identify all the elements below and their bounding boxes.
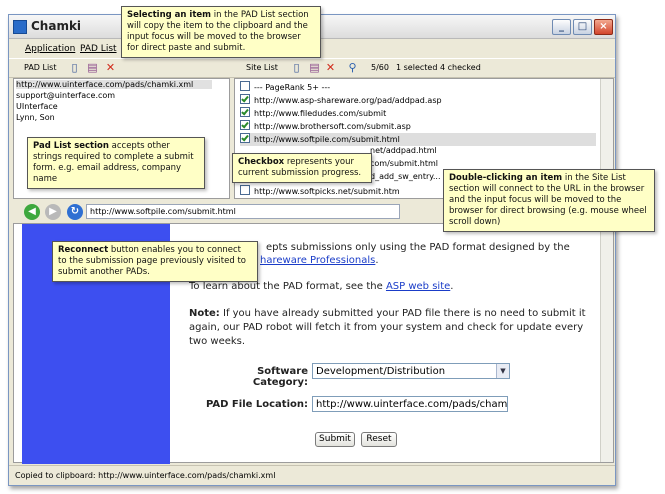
forward-arrow-icon: ▶ bbox=[49, 206, 57, 217]
site-list-row[interactable]: com/submit.html bbox=[370, 159, 438, 172]
pad-list-item[interactable]: http://www.uinterface.com/pads/chamki.xm… bbox=[16, 80, 212, 89]
location-label: PAD File Location: bbox=[206, 399, 308, 410]
site-list-row-selected[interactable]: http://www.softpile.com/submit.html bbox=[240, 133, 596, 146]
status-bar: Copied to clipboard: http://www.uinterfa… bbox=[9, 465, 615, 485]
submit-button[interactable]: Submit bbox=[315, 432, 355, 447]
note-text: two weeks. bbox=[189, 336, 246, 347]
site-list-row[interactable]: net/addpad.html bbox=[370, 146, 437, 159]
reset-button[interactable]: Reset bbox=[361, 432, 397, 447]
site-list-row[interactable]: http://www.asp-shareware.org/pad/addpad.… bbox=[240, 94, 442, 107]
browser-scrollbar[interactable] bbox=[600, 224, 613, 462]
chevron-down-icon[interactable]: ▼ bbox=[496, 364, 509, 378]
site-checkbox[interactable] bbox=[240, 133, 250, 143]
site-checkbox[interactable] bbox=[240, 107, 250, 117]
back-arrow-icon: ◀ bbox=[28, 206, 36, 217]
pad-list-item[interactable]: UInterface bbox=[16, 102, 58, 111]
maximize-button[interactable]: □ bbox=[573, 19, 592, 35]
menu-application[interactable]: Application bbox=[25, 44, 75, 54]
delete-icon[interactable]: ✕ bbox=[104, 61, 117, 74]
reconnect-button[interactable]: ↻ bbox=[67, 204, 83, 220]
group-checkbox[interactable] bbox=[240, 81, 250, 91]
close-button[interactable]: × bbox=[594, 19, 613, 35]
site-checkbox[interactable] bbox=[240, 185, 250, 195]
pad-list-item[interactable]: Lynn, Son bbox=[16, 113, 55, 122]
refresh-icon: ↻ bbox=[70, 206, 80, 217]
app-icon bbox=[13, 20, 27, 34]
back-button[interactable]: ◀ bbox=[24, 204, 40, 220]
callout-double-click: Double-clicking an item in the Site List… bbox=[443, 169, 655, 232]
forward-button[interactable]: ▶ bbox=[45, 204, 61, 220]
url-field[interactable]: http://www.softpile.com/submit.html bbox=[86, 204, 400, 219]
site-delete-icon[interactable]: ✕ bbox=[324, 61, 337, 74]
selected-count: 1 selected bbox=[396, 63, 438, 72]
menu-pad-list[interactable]: PAD List bbox=[80, 44, 117, 54]
page-text: To learn about the PAD format, see the A… bbox=[189, 281, 454, 292]
pad-list-label: PAD List bbox=[24, 63, 57, 72]
callout-reconnect: Reconnect button enables you to connect … bbox=[52, 241, 258, 282]
callout-pad-list: Pad List section accepts other strings r… bbox=[27, 137, 205, 189]
window-title: Chamki bbox=[31, 19, 82, 33]
site-new-icon[interactable]: ▯ bbox=[290, 61, 303, 74]
site-list-label: Site List bbox=[246, 63, 278, 72]
site-list-row[interactable]: http://www.softpicks.net/submit.htm bbox=[240, 185, 400, 198]
close-icon: × bbox=[599, 21, 608, 32]
note-text: Note: If you have already submitted your… bbox=[189, 308, 586, 319]
site-list-row[interactable]: http://www.filedudes.com/submit bbox=[240, 107, 386, 120]
maximize-icon: □ bbox=[577, 21, 588, 32]
callout-checkbox: Checkbox represents your current submiss… bbox=[232, 153, 372, 183]
new-document-icon[interactable]: ▯ bbox=[68, 61, 81, 74]
minimize-button[interactable]: _ bbox=[552, 19, 571, 35]
site-count: 5/60 bbox=[371, 63, 389, 72]
callout-selecting: Selecting an item in the PAD List sectio… bbox=[121, 6, 321, 58]
category-label: Software Category: bbox=[252, 366, 308, 388]
page-text: hareware Professionals. bbox=[260, 255, 379, 266]
pad-list-item[interactable]: support@uinterface.com bbox=[16, 91, 115, 100]
asp-link[interactable]: hareware Professionals bbox=[260, 255, 375, 266]
site-edit-icon[interactable]: ▤ bbox=[308, 61, 321, 74]
category-select[interactable]: Development/Distribution bbox=[312, 363, 510, 379]
pad-location-input[interactable]: http://www.uinterface.com/pads/cham bbox=[312, 396, 508, 412]
site-checkbox[interactable] bbox=[240, 120, 250, 130]
asp-website-link[interactable]: ASP web site bbox=[386, 281, 450, 292]
site-list-row[interactable]: d_add_sw_entry... bbox=[370, 172, 441, 185]
search-icon[interactable]: ⚲ bbox=[346, 61, 359, 74]
page-text: epts submissions only using the PAD form… bbox=[266, 242, 570, 253]
minimize-icon: _ bbox=[559, 21, 564, 32]
site-list-group-header: --- PageRank 5+ --- bbox=[240, 81, 330, 94]
note-text: again, our PAD robot will fetch it from … bbox=[189, 322, 584, 333]
site-list-row[interactable]: http://www.brothersoft.com/submit.asp bbox=[240, 120, 411, 133]
edit-icon[interactable]: ▤ bbox=[86, 61, 99, 74]
checked-count: 4 checked bbox=[440, 63, 481, 72]
site-checkbox[interactable] bbox=[240, 94, 250, 104]
